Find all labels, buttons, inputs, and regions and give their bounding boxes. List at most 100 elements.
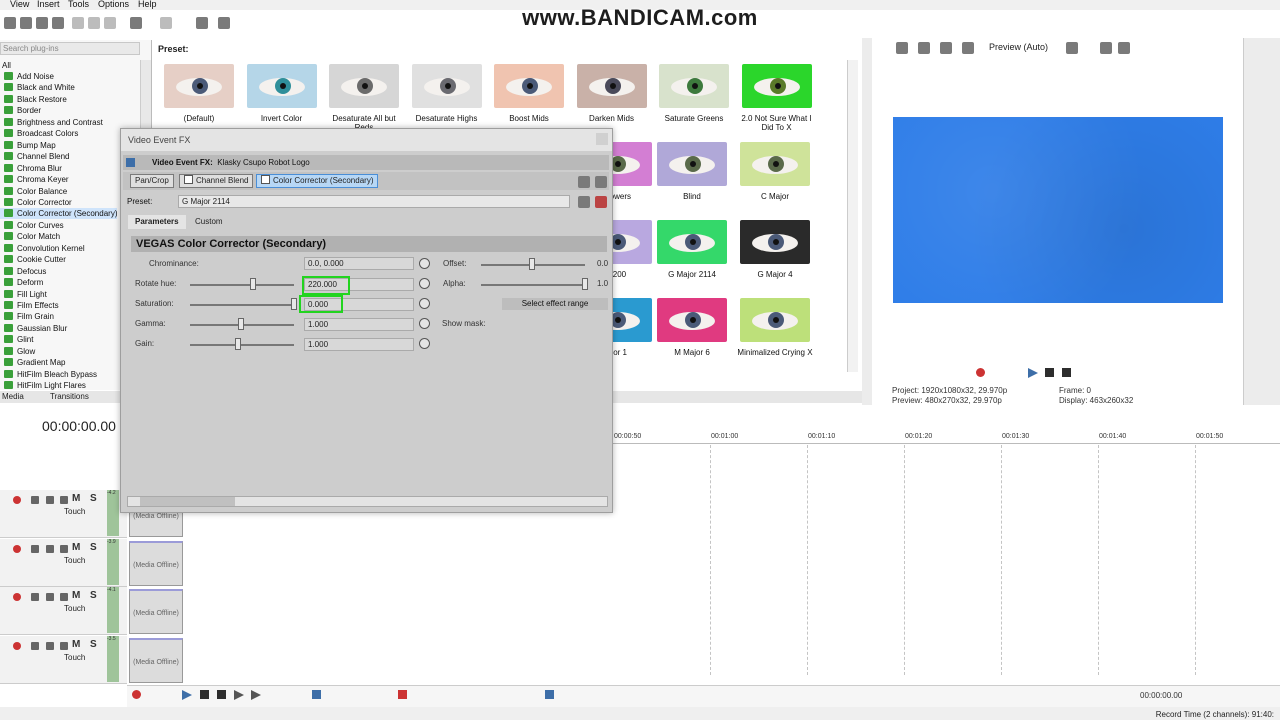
plugin-item[interactable]: Channel Blend — [0, 151, 69, 162]
gamma-value[interactable]: 1.000 — [304, 318, 414, 331]
copy-snapshot-icon[interactable] — [1100, 42, 1112, 54]
rotate-hue-knob[interactable] — [250, 278, 256, 290]
select-effect-range-button[interactable]: Select effect range — [502, 298, 608, 310]
plugin-item[interactable]: Black and White — [0, 82, 75, 93]
track-settings-icon[interactable] — [60, 641, 68, 650]
plugin-item[interactable]: Film Grain — [0, 311, 54, 322]
chain-pan-crop-button[interactable]: Pan/Crop — [130, 174, 174, 188]
help-icon[interactable] — [218, 17, 230, 29]
delete-icon[interactable] — [398, 690, 407, 699]
plugin-item[interactable]: Defocus — [0, 266, 46, 277]
plugin-item[interactable]: Color Match — [0, 231, 60, 242]
preset-thumbnail[interactable]: Minimalized Crying X — [736, 298, 814, 357]
alpha-slider[interactable] — [481, 284, 585, 286]
gain-value[interactable]: 1.000 — [304, 338, 414, 351]
plugin-item[interactable]: Color Corrector — [0, 197, 72, 208]
gamma-knob[interactable] — [238, 318, 244, 330]
render-icon[interactable] — [196, 17, 208, 29]
preset-thumbnail[interactable]: (Default) — [160, 64, 238, 123]
preset-thumbnail[interactable]: G Major 4 — [736, 220, 814, 279]
chain-channel-blend-button[interactable]: Channel Blend — [179, 174, 254, 188]
plugin-item[interactable]: Deform — [0, 277, 43, 288]
dialog-close-button[interactable] — [596, 133, 608, 145]
remove-plugin-icon[interactable] — [595, 176, 607, 188]
snapping-icon[interactable] — [545, 690, 554, 699]
arm-record-icon[interactable] — [13, 641, 21, 650]
plugin-item[interactable]: HitFilm Bleach Bypass — [0, 369, 97, 380]
plugin-item[interactable]: Glow — [0, 346, 35, 357]
plugin-item[interactable]: HitFilm Light Flares — [0, 380, 86, 391]
split-screen-icon[interactable] — [918, 42, 930, 54]
preset-thumbnail[interactable]: G Major 2114 — [653, 220, 731, 279]
preset-thumbnail[interactable]: Blind — [653, 142, 731, 201]
preview-settings-icon[interactable] — [896, 42, 908, 54]
dialog-preset-dropdown[interactable]: G Major 2114 — [178, 195, 570, 208]
plugin-item[interactable]: Brightness and Contrast — [0, 117, 103, 128]
paste-icon[interactable] — [104, 17, 116, 29]
media-clip[interactable]: (Media Offline) — [129, 589, 183, 634]
menu-view[interactable]: View — [10, 0, 29, 9]
cut-icon[interactable] — [72, 17, 84, 29]
redo-icon[interactable] — [160, 17, 172, 29]
plugin-search-input[interactable]: Search plug-ins — [0, 42, 140, 55]
plugin-item[interactable]: Glint — [0, 334, 33, 345]
track-settings-icon[interactable] — [60, 544, 68, 553]
track-fx-icon[interactable] — [46, 593, 54, 601]
preset-thumbnail[interactable]: Saturate Greens — [655, 64, 733, 123]
chrominance-reset-icon[interactable] — [419, 258, 430, 269]
preset-thumbnail[interactable]: M Major 6 — [653, 298, 731, 357]
arm-record-icon[interactable] — [13, 544, 21, 553]
preset-thumbnail[interactable]: Boost Mids — [490, 64, 568, 123]
rotate-hue-slider[interactable] — [190, 284, 294, 286]
tab-parameters[interactable]: Parameters — [128, 215, 186, 229]
track-settings-icon[interactable] — [60, 593, 68, 601]
undo-icon[interactable] — [130, 17, 142, 29]
checkbox-icon[interactable] — [184, 175, 193, 184]
overlay-icon[interactable] — [940, 42, 952, 54]
plugin-item[interactable]: Broadcast Colors — [0, 128, 78, 139]
menu-options[interactable]: Options — [98, 0, 129, 9]
stop-icon[interactable] — [1062, 368, 1071, 377]
pause-icon[interactable] — [1045, 368, 1054, 377]
checkbox-icon[interactable] — [261, 175, 270, 184]
preset-thumbnail[interactable]: Desaturate All but Reds — [325, 64, 403, 132]
track-motion-icon[interactable] — [31, 593, 39, 601]
track-fx-icon[interactable] — [46, 544, 54, 553]
chrominance-value[interactable]: 0.0, 0.000 — [304, 257, 414, 270]
track-motion-icon[interactable] — [31, 544, 39, 553]
track-header[interactable]: M S Touch -4.1 — [0, 587, 127, 635]
media-clip[interactable]: (Media Offline) — [129, 637, 183, 683]
preset-thumbnail[interactable]: Desaturate Highs — [408, 64, 486, 123]
normal-edit-tool-icon[interactable] — [312, 690, 321, 699]
track-fx-icon[interactable] — [46, 496, 54, 504]
delete-preset-icon[interactable] — [595, 196, 607, 208]
plugin-item[interactable]: Bump Map — [0, 140, 56, 151]
automation-mode[interactable]: Touch — [64, 507, 85, 516]
automation-mode[interactable]: Touch — [64, 653, 85, 662]
panel-divider[interactable] — [862, 38, 872, 408]
plugin-item[interactable]: Chroma Keyer — [0, 174, 69, 185]
mute-button[interactable]: M — [72, 493, 80, 504]
rotate-hue-reset-icon[interactable] — [419, 278, 430, 289]
plugin-item[interactable]: Cookie Cutter — [0, 254, 66, 265]
arm-record-icon[interactable] — [13, 496, 21, 504]
alpha-knob[interactable] — [582, 278, 588, 290]
solo-button[interactable]: S — [90, 639, 97, 650]
preset-thumbnail[interactable]: Darken Mids — [573, 64, 651, 123]
plugin-item[interactable]: Add Noise — [0, 71, 54, 82]
alpha-value[interactable]: 1.0 — [597, 279, 608, 288]
presets-scrollbar[interactable] — [847, 60, 858, 372]
preset-thumbnail[interactable]: C Major — [736, 142, 814, 201]
plugin-item[interactable]: Convolution Kernel — [0, 243, 85, 254]
solo-button[interactable]: S — [90, 542, 97, 553]
save-snapshot-icon[interactable] — [1118, 42, 1130, 54]
saturation-reset-icon[interactable] — [419, 298, 430, 309]
save-preset-icon[interactable] — [578, 196, 590, 208]
copy-icon[interactable] — [88, 17, 100, 29]
menu-insert[interactable]: Insert — [37, 0, 60, 9]
record-icon[interactable] — [132, 690, 141, 699]
track-header[interactable]: M S Touch -4.2 — [0, 490, 127, 538]
saturation-slider[interactable] — [190, 304, 294, 306]
external-monitor-icon[interactable] — [962, 42, 974, 54]
plugin-item[interactable]: Color Corrector (Secondary) — [0, 208, 118, 220]
